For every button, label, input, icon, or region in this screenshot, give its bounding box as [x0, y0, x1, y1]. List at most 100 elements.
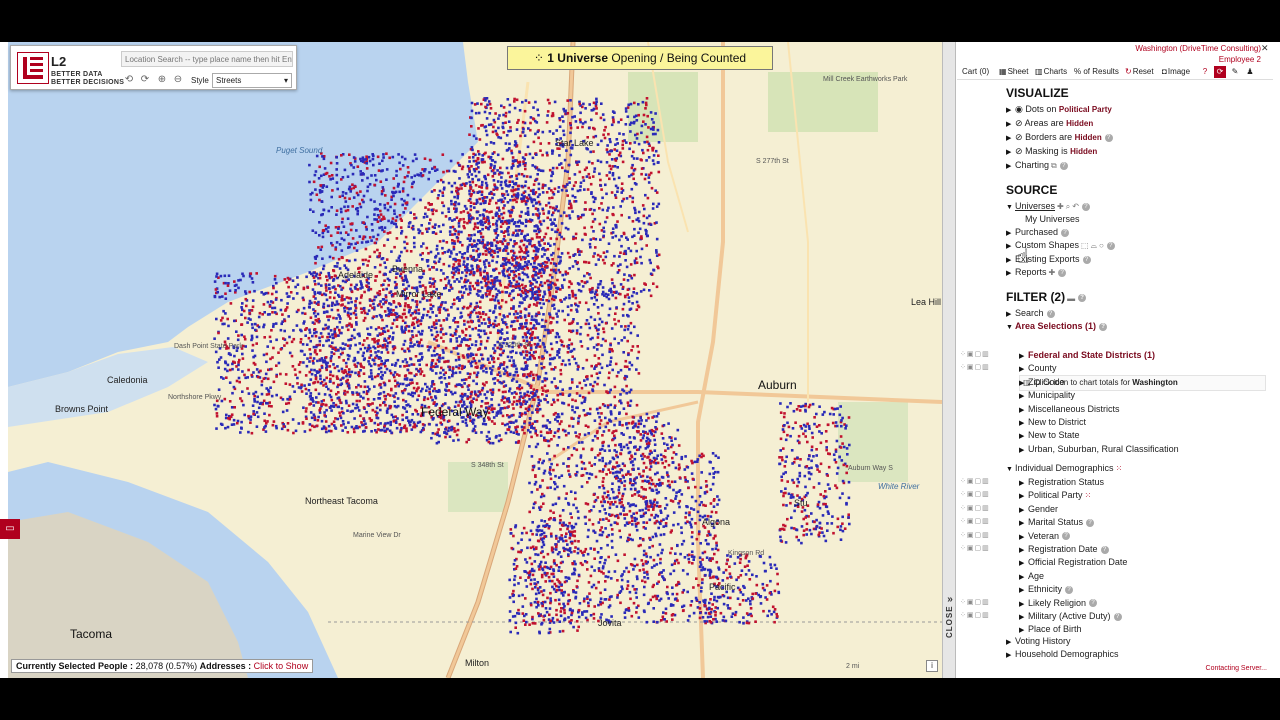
voter-dot — [438, 257, 442, 261]
voter-dot — [651, 126, 655, 130]
voter-dot — [493, 344, 497, 347]
voter-dot — [512, 270, 516, 274]
voter-dot — [362, 200, 365, 204]
voter-dot — [592, 150, 595, 153]
voter-dot — [371, 306, 374, 310]
voter-dot — [236, 338, 240, 342]
voter-dot — [578, 188, 582, 192]
voter-dot — [369, 350, 372, 353]
voter-dot — [592, 101, 596, 105]
voter-dot — [373, 266, 377, 269]
voter-dot — [381, 318, 384, 322]
voter-dot — [477, 170, 481, 174]
voter-dot — [437, 252, 440, 255]
voter-dot — [654, 112, 657, 115]
voter-dot — [605, 161, 609, 164]
voter-dot — [351, 391, 354, 394]
voter-dot — [391, 322, 395, 325]
voter-dot — [350, 300, 353, 304]
voter-dot — [598, 222, 602, 226]
voter-dot — [551, 258, 554, 261]
voter-dot — [403, 339, 407, 343]
voter-dot — [409, 250, 413, 253]
voter-dot — [571, 292, 575, 295]
voter-dot — [422, 216, 426, 219]
voter-dot — [379, 263, 382, 267]
voter-dot — [382, 326, 386, 330]
voter-dot — [537, 276, 540, 279]
voter-dot — [496, 373, 499, 376]
voter-dot — [509, 238, 512, 242]
voter-dot — [458, 280, 461, 283]
voter-dot — [489, 331, 492, 334]
voter-dot — [640, 247, 644, 251]
voter-dot — [486, 285, 490, 289]
voter-dot — [352, 156, 356, 159]
voter-dot — [364, 225, 368, 229]
voter-dot — [374, 279, 377, 282]
voter-dot — [521, 156, 525, 159]
voter-dot — [312, 180, 316, 184]
voter-dot — [262, 399, 266, 403]
voter-dot — [456, 352, 460, 356]
voter-dot — [331, 341, 334, 345]
voter-dot — [427, 177, 430, 181]
voter-dot — [309, 352, 312, 356]
voter-dot — [353, 417, 356, 420]
voter-dot — [487, 325, 490, 328]
voter-dot — [326, 335, 329, 339]
voter-dot — [468, 133, 471, 136]
voter-dot — [494, 436, 498, 439]
voter-dot — [391, 155, 395, 159]
map-canvas[interactable]: Puget Sound Star Lake Adelaide Buenna Mirror… — [8, 42, 942, 678]
voter-dot — [613, 177, 616, 181]
voter-dot — [407, 171, 410, 174]
voter-dot — [519, 395, 523, 398]
voter-dot — [498, 434, 501, 437]
voter-dot — [243, 335, 246, 338]
voter-dot — [341, 347, 344, 351]
voter-dot — [381, 332, 384, 335]
voter-dot — [512, 421, 515, 424]
voter-dot — [634, 133, 637, 137]
voter-dot — [538, 244, 542, 247]
voter-dot — [485, 293, 488, 296]
voter-dot — [469, 208, 473, 212]
voter-dot — [479, 335, 482, 339]
voter-dot — [509, 430, 513, 434]
voter-dot — [349, 283, 353, 287]
voter-dot — [584, 107, 587, 110]
voter-dot — [309, 356, 312, 360]
voter-dot — [407, 325, 411, 328]
voter-dot — [578, 283, 581, 286]
voter-dot — [362, 306, 366, 310]
voter-dot — [468, 325, 471, 329]
voter-dot — [324, 420, 328, 423]
voter-dot — [454, 358, 458, 362]
voter-dot — [589, 238, 593, 241]
voter-dot — [432, 349, 436, 353]
voter-dot — [434, 254, 438, 258]
voter-dot — [315, 254, 319, 258]
voter-dot — [508, 387, 512, 390]
voter-dot — [474, 184, 478, 187]
voter-dot — [344, 192, 348, 195]
voter-dot — [611, 294, 614, 297]
voter-dot — [620, 182, 624, 185]
voter-dot — [515, 430, 519, 434]
voter-dot — [229, 415, 233, 418]
voter-dot — [592, 230, 595, 233]
voter-dot — [527, 260, 530, 263]
voter-dot — [595, 97, 598, 101]
voter-dot — [216, 360, 219, 364]
voter-dot — [456, 428, 460, 432]
voter-dot — [247, 392, 251, 395]
voter-dot — [368, 183, 372, 186]
voter-dot — [572, 318, 575, 321]
voter-dot — [338, 285, 342, 288]
voter-dot — [541, 389, 545, 392]
voter-dot — [485, 253, 488, 256]
voter-dot — [466, 338, 469, 342]
voter-dot — [531, 293, 534, 297]
voter-dot — [475, 353, 478, 357]
